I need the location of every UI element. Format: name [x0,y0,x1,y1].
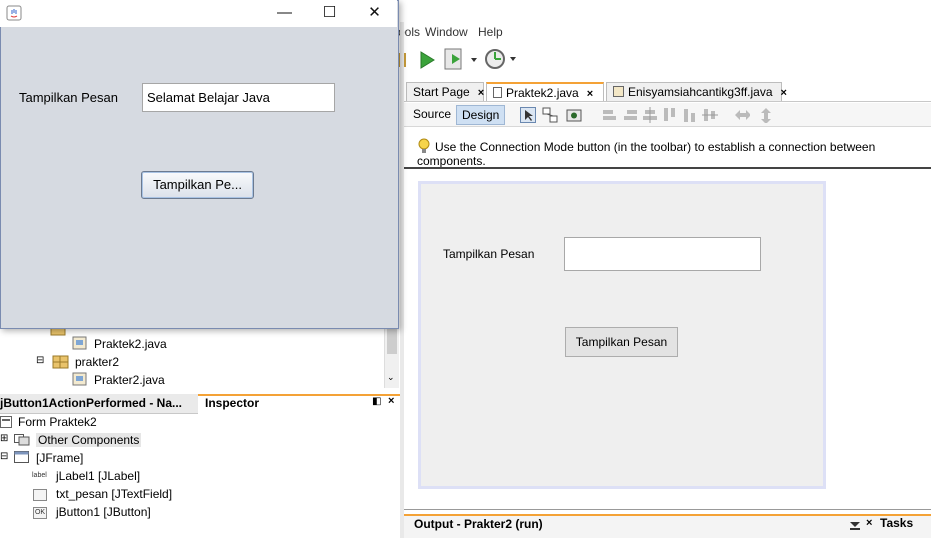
panel-splitter[interactable] [400,22,404,538]
debug-icon[interactable] [444,48,480,70]
tab-label: Praktek2.java [506,86,579,100]
inspector-item-txt-pesan[interactable]: txt_pesan [JTextField] [56,487,172,501]
tab-label: Start Page [413,85,470,99]
preview-design-icon[interactable] [566,107,582,123]
file-icon [493,87,502,98]
source-button[interactable]: Source [408,105,456,125]
inspector-item-jbutton1[interactable]: jButton1 [JButton] [56,505,151,519]
align-bottom-icon[interactable] [682,107,698,123]
design-toolbar: Source Design [404,103,931,127]
minimize-button[interactable]: — [262,0,307,27]
button-icon: OK [33,507,47,519]
hint-separator [404,167,931,169]
minimize-window-icon[interactable] [849,519,861,531]
inspector-item-jlabel1[interactable]: jLabel1 [JLabel] [56,469,140,483]
canvas-label-tampilkan-pesan[interactable]: Tampilkan Pesan [443,247,534,261]
design-button[interactable]: Design [456,105,506,125]
connection-hint: Use the Connection Mode button (in the t… [417,138,931,168]
chevron-down-icon[interactable]: ⌄ [387,372,395,383]
align-left-icon[interactable] [602,107,618,123]
close-icon[interactable]: × [866,517,872,529]
tab-enisyamsiah-java[interactable]: Enisyamsiahcantikg3ff.java × [606,82,787,101]
app-label-tampilkan-pesan: Tampilkan Pesan [19,90,118,105]
navigator-tab[interactable]: jButton1ActionPerformed - Na... [0,396,182,410]
menu-window[interactable]: Window [425,25,468,39]
menubar: ools Window Help [398,22,931,42]
maximize-button[interactable]: ☐ [307,0,352,27]
java-file-icon [613,86,624,97]
form-icon [0,416,12,428]
close-icon[interactable]: × [388,395,394,407]
window-restore-icon[interactable]: ◧ [372,396,381,407]
java-form-icon [72,336,87,350]
inspector-item-jframe[interactable]: [JFrame] [36,451,83,465]
main-toolbar [398,43,931,77]
connection-mode-icon[interactable] [542,107,558,123]
canvas-button-tampilkan-pesan[interactable]: Tampilkan Pesan [565,327,678,357]
label-icon: label [32,472,47,479]
running-app-window [0,0,399,329]
jframe-icon [14,451,29,463]
tree-scrollbar[interactable]: ⌄ [384,328,399,388]
components-icon [14,434,30,446]
tab-label: Enisyamsiahcantikg3ff.java [628,85,773,99]
tab-praktek2-java[interactable]: Praktek2.java × [486,82,604,101]
expand-icon[interactable]: ⊞ [0,433,8,444]
editor-tabs: Start Page × Praktek2.java × Enisyamsiahca… [404,80,931,102]
close-icon[interactable]: × [587,88,593,100]
tab-start-page[interactable]: Start Page × [406,82,484,101]
close-icon[interactable]: × [781,87,787,99]
align-top-icon[interactable] [662,107,678,123]
message-text-field[interactable]: Selamat Belajar Java [142,83,335,112]
inspector-item-form[interactable]: Form Praktek2 [18,415,97,429]
projects-tree: Praktek2.java ⊟ prakter2 Prakter2.java [0,328,398,388]
profile-icon[interactable] [484,47,520,71]
editor-divider [404,509,931,510]
tree-item-prakter2[interactable]: prakter2 [75,355,119,369]
center-vertical-icon[interactable] [702,107,718,123]
textfield-icon [33,489,47,501]
align-right-icon[interactable] [622,107,638,123]
collapse-icon[interactable]: ⊟ [36,355,44,366]
java-icon [6,5,22,21]
canvas-text-field[interactable] [564,237,761,271]
inspector-item-other-components[interactable]: Other Components [36,433,142,447]
inspector-tree: Form Praktek2 ⊞ Other Components ⊟ [JFra… [0,414,400,538]
output-tab[interactable]: Output - Prakter2 (run) [414,517,543,531]
hint-text: Use the Connection Mode button (in the t… [417,140,876,168]
menu-help[interactable]: Help [478,25,503,39]
selection-mode-icon[interactable] [520,107,536,123]
java-form-icon [72,372,87,386]
tree-item-praktek2-java[interactable]: Praktek2.java [94,337,167,351]
close-icon[interactable]: × [478,87,484,99]
tasks-tab[interactable]: Tasks [880,516,913,530]
run-icon[interactable] [418,50,436,70]
resize-vertical-icon[interactable] [758,107,774,123]
center-horizontal-icon[interactable] [642,107,658,123]
tampilkan-pesan-button[interactable]: Tampilkan Pe... [141,171,254,199]
inspector-tab-label: Inspector [205,396,260,410]
tree-item-prakter2-java[interactable]: Prakter2.java [94,373,165,387]
lightbulb-icon [418,138,430,153]
package-icon [52,355,69,369]
resize-horizontal-icon[interactable] [734,107,750,123]
package-icon [50,328,66,336]
collapse-icon[interactable]: ⊟ [0,451,8,462]
scrollbar-thumb[interactable] [387,328,397,354]
close-button[interactable]: ✕ [352,0,397,27]
